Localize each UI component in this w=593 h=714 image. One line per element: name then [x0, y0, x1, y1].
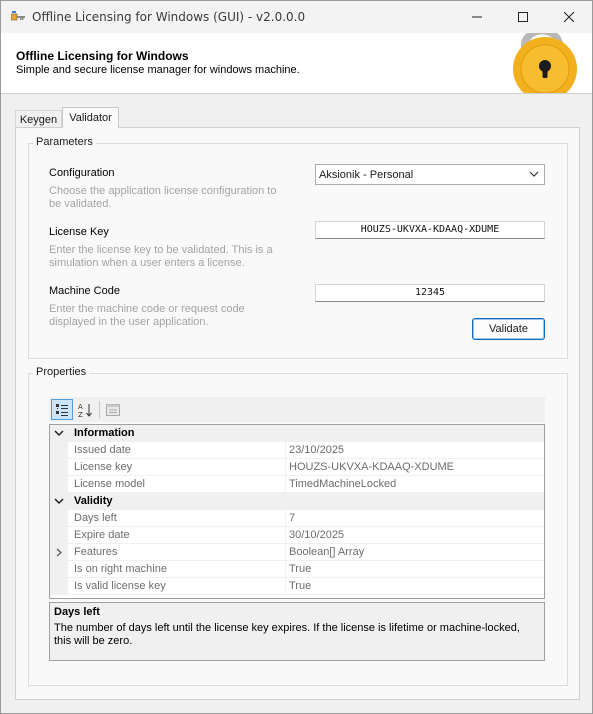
license-key-label: License Key	[49, 226, 109, 238]
banner-subtitle: Simple and secure license manager for wi…	[16, 64, 300, 76]
property-name: License model	[74, 478, 145, 490]
parameters-group-title: Parameters	[33, 136, 96, 148]
property-value: True	[289, 580, 312, 592]
category-label: Information	[74, 427, 135, 439]
minimize-button[interactable]	[454, 1, 500, 33]
maximize-button[interactable]	[500, 1, 546, 33]
toolbar-separator	[99, 401, 100, 418]
minimize-icon	[472, 16, 482, 18]
parameters-group: Parameters Configuration Choose the appl…	[28, 136, 568, 359]
category-information[interactable]: Information	[50, 425, 544, 442]
property-row-issued-date[interactable]: Issued date 23/10/2025	[50, 442, 544, 459]
main-window: Offline Licensing for Windows (GUI) - v2…	[0, 0, 593, 714]
property-name: Days left	[74, 512, 117, 524]
svg-text:Z: Z	[78, 411, 83, 418]
machine-code-help: Enter the machine code or request code d…	[49, 303, 245, 328]
help-description: The number of days left until the licens…	[54, 622, 520, 647]
property-row-days-left[interactable]: Days left 7	[50, 510, 544, 527]
property-name: License key	[74, 461, 133, 473]
property-pages-button[interactable]	[102, 399, 124, 420]
help-title: Days left	[54, 606, 100, 618]
close-button[interactable]	[546, 1, 592, 33]
banner-title: Offline Licensing for Windows	[16, 49, 189, 63]
property-row-expire-date[interactable]: Expire date 30/10/2025	[50, 527, 544, 544]
validator-tab-panel: Parameters Configuration Choose the appl…	[15, 127, 580, 700]
chevron-down-icon[interactable]	[54, 429, 64, 437]
property-row-features[interactable]: Features Boolean[] Array	[50, 544, 544, 561]
property-row-is-on-right-machine[interactable]: Is on right machine True	[50, 561, 544, 578]
properties-group: Properties A Z Information Issued date 2…	[28, 366, 568, 686]
configuration-select-value: Aksionik - Personal	[319, 168, 414, 181]
property-row-is-valid-license-key[interactable]: Is valid license key True	[50, 578, 544, 595]
title-bar[interactable]: Offline Licensing for Windows (GUI) - v2…	[1, 1, 592, 33]
license-key-help: Enter the license key to be validated. T…	[49, 244, 273, 269]
property-value: 30/10/2025	[289, 529, 345, 541]
app-key-icon	[11, 11, 25, 21]
configuration-select[interactable]: Aksionik - Personal	[315, 164, 545, 185]
property-name: Features	[74, 546, 118, 558]
category-label: Validity	[74, 495, 113, 507]
tab-keygen[interactable]: Keygen	[15, 110, 62, 128]
chevron-down-icon	[529, 171, 539, 177]
chevron-down-icon[interactable]	[54, 497, 64, 505]
property-pages-icon	[106, 403, 120, 416]
property-value: HOUZS-UKVXA-KDAAQ-XDUME	[289, 461, 455, 473]
configuration-label: Configuration	[49, 167, 115, 179]
property-name: Is on right machine	[74, 563, 167, 575]
property-value: 23/10/2025	[289, 444, 345, 456]
property-row-license-model[interactable]: License model TimedMachineLocked	[50, 476, 544, 493]
header-banner: Offline Licensing for Windows Simple and…	[1, 33, 592, 94]
tab-validator[interactable]: Validator	[62, 107, 119, 128]
property-help-panel: Days left The number of days left until …	[49, 602, 545, 661]
category-validity[interactable]: Validity	[50, 493, 544, 510]
alphabetical-button[interactable]: A Z	[74, 399, 96, 420]
property-grid-toolbar: A Z	[49, 397, 545, 422]
property-name: Is valid license key	[74, 580, 166, 592]
property-value: 7	[289, 512, 296, 524]
properties-group-title: Properties	[33, 366, 90, 378]
property-value: Boolean[] Array	[289, 546, 365, 558]
window-title: Offline Licensing for Windows (GUI) - v2…	[32, 10, 306, 24]
categorized-icon	[56, 403, 68, 416]
property-row-license-key[interactable]: License key HOUZS-UKVXA-KDAAQ-XDUME	[50, 459, 544, 476]
machine-code-input[interactable]: 12345	[315, 284, 545, 302]
property-value: True	[289, 563, 312, 575]
machine-code-label: Machine Code	[49, 285, 120, 297]
svg-text:A: A	[78, 403, 83, 411]
chevron-right-icon[interactable]	[55, 548, 63, 557]
categorized-button[interactable]	[51, 399, 73, 420]
maximize-icon	[518, 12, 528, 22]
property-name: Issued date	[74, 444, 131, 456]
license-key-input[interactable]: HOUZS-UKVXA-KDAAQ-XDUME	[315, 221, 545, 239]
close-icon	[564, 12, 574, 22]
validate-button[interactable]: Validate	[472, 318, 545, 340]
lock-icon	[513, 33, 577, 93]
property-value: TimedMachineLocked	[289, 478, 397, 490]
configuration-help: Choose the application license configura…	[49, 185, 277, 210]
alphabetical-sort-icon: A Z	[78, 403, 92, 418]
property-name: Expire date	[74, 529, 130, 541]
property-grid: Information Issued date 23/10/2025 Licen…	[49, 424, 545, 599]
